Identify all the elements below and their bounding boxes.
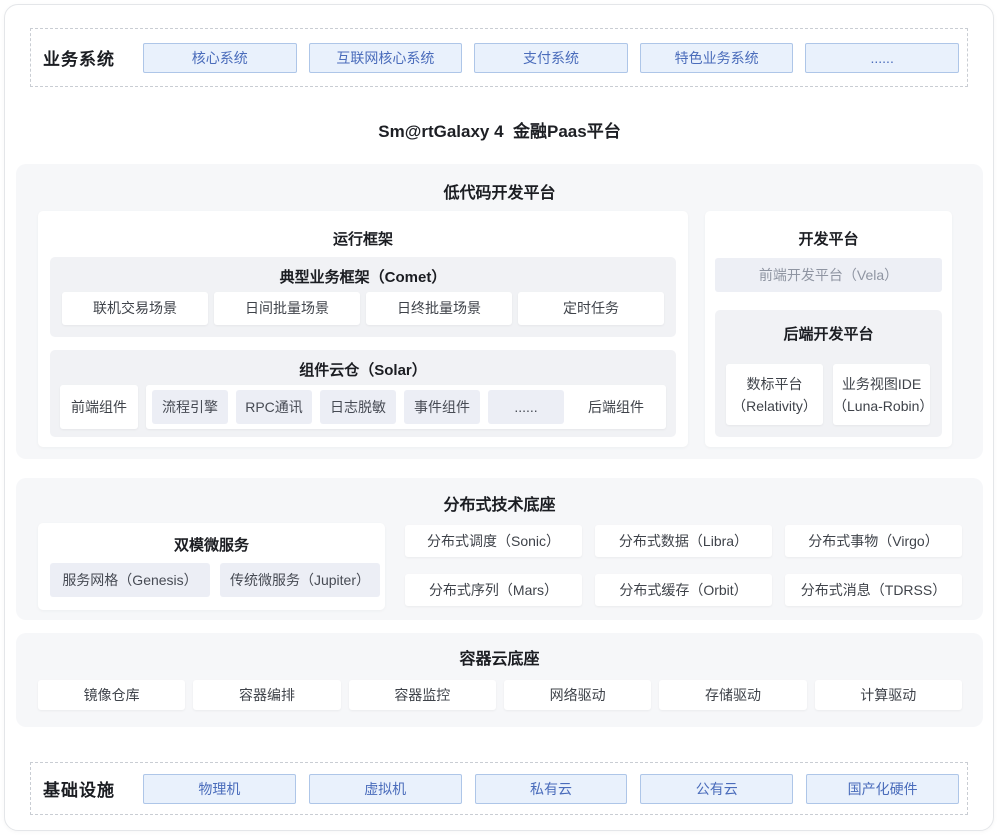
container-base-item: 存储驱动	[659, 680, 806, 710]
backend-dev-panel: 后端开发平台 数标平台 （Relativity） 业务视图IDE （Luna-R…	[715, 310, 942, 437]
backend-dev-item-line: （Relativity）	[726, 395, 823, 417]
container-base-item: 镜像仓库	[38, 680, 185, 710]
infrastructure-box: 物理机	[143, 774, 296, 804]
container-base-item: 网络驱动	[504, 680, 651, 710]
solar-item: RPC通讯	[236, 390, 312, 424]
container-base-items: 镜像仓库 容器编排 容器监控 网络驱动 存储驱动 计算驱动	[38, 680, 962, 710]
dual-mode-item: 服务网格（Genesis）	[50, 563, 210, 597]
business-system-box: 互联网核心系统	[309, 43, 463, 73]
distributed-base-section: 分布式技术底座 双模微服务 服务网格（Genesis） 传统微服务（Jupite…	[16, 478, 983, 620]
backend-dev-item: 业务视图IDE （Luna-Robin）	[833, 364, 930, 425]
solar-title: 组件云仓（Solar）	[50, 350, 676, 380]
solar-panel: 组件云仓（Solar） 前端组件 流程引擎 RPC通讯 日志脱敏 事件组件 ..…	[50, 350, 676, 437]
infrastructure-band: 基础设施 物理机 虚拟机 私有云 公有云 国产化硬件	[30, 762, 968, 815]
dev-platform-title: 开发平台	[705, 211, 952, 249]
distributed-base-title: 分布式技术底座	[16, 478, 983, 515]
infrastructure-box: 公有云	[640, 774, 793, 804]
infrastructure-box: 国产化硬件	[806, 774, 959, 804]
backend-dev-title: 后端开发平台	[715, 310, 942, 344]
comet-item: 定时任务	[518, 292, 664, 325]
solar-item: 流程引擎	[152, 390, 228, 424]
solar-frontend-item: 前端组件	[60, 385, 138, 429]
comet-item: 日间批量场景	[214, 292, 360, 325]
backend-dev-item: 数标平台 （Relativity）	[726, 364, 823, 425]
container-base-item: 容器监控	[349, 680, 496, 710]
distributed-grid: 分布式调度（Sonic） 分布式数据（Libra） 分布式事物（Virgo） 分…	[405, 525, 962, 606]
low-code-platform-section: 低代码开发平台 运行框架 典型业务框架（Comet） 联机交易场景 日间批量场景…	[16, 164, 983, 459]
solar-strip: 流程引擎 RPC通讯 日志脱敏 事件组件 ...... 后端组件	[146, 385, 666, 429]
backend-dev-item-line: （Luna-Robin）	[833, 395, 930, 417]
solar-backend-item: 后端组件	[572, 397, 660, 417]
comet-items: 联机交易场景 日间批量场景 日终批量场景 定时任务	[62, 292, 664, 325]
dual-mode-item: 传统微服务（Jupiter）	[220, 563, 380, 597]
low-code-platform-title: 低代码开发平台	[16, 164, 983, 203]
solar-item: 日志脱敏	[320, 390, 396, 424]
runtime-framework-title: 运行框架	[38, 211, 688, 249]
dual-mode-items: 服务网格（Genesis） 传统微服务（Jupiter）	[50, 563, 380, 597]
runtime-framework-card: 运行框架 典型业务框架（Comet） 联机交易场景 日间批量场景 日终批量场景 …	[38, 211, 688, 447]
container-base-section: 容器云底座 镜像仓库 容器编排 容器监控 网络驱动 存储驱动 计算驱动	[16, 633, 983, 727]
business-systems-label: 业务系统	[43, 45, 143, 70]
distributed-item: 分布式缓存（Orbit）	[595, 574, 772, 606]
business-system-box: 支付系统	[474, 43, 628, 73]
comet-title: 典型业务框架（Comet）	[50, 257, 676, 287]
infrastructure-label: 基础设施	[43, 776, 143, 801]
container-base-title: 容器云底座	[16, 633, 983, 669]
dev-platform-card: 开发平台 前端开发平台（Vela） 后端开发平台 数标平台 （Relativit…	[705, 211, 952, 447]
infrastructure-box: 私有云	[475, 774, 628, 804]
solar-item: ......	[488, 390, 564, 424]
backend-dev-item-line: 数标平台	[726, 373, 823, 395]
distributed-item: 分布式数据（Libra）	[595, 525, 772, 557]
business-systems-boxes: 核心系统 互联网核心系统 支付系统 特色业务系统 ......	[143, 43, 959, 73]
infrastructure-boxes: 物理机 虚拟机 私有云 公有云 国产化硬件	[143, 774, 959, 804]
distributed-item: 分布式调度（Sonic）	[405, 525, 582, 557]
container-base-item: 计算驱动	[815, 680, 962, 710]
backend-dev-items: 数标平台 （Relativity） 业务视图IDE （Luna-Robin）	[726, 364, 930, 425]
backend-dev-item-line: 业务视图IDE	[833, 373, 930, 395]
comet-item: 日终批量场景	[366, 292, 512, 325]
solar-items: 前端组件 流程引擎 RPC通讯 日志脱敏 事件组件 ...... 后端组件	[60, 385, 666, 429]
distributed-item: 分布式事物（Virgo）	[785, 525, 962, 557]
comet-panel: 典型业务框架（Comet） 联机交易场景 日间批量场景 日终批量场景 定时任务	[50, 257, 676, 337]
page-title: Sm@rtGalaxy 4 金融Paas平台	[0, 117, 999, 142]
business-system-box: 核心系统	[143, 43, 297, 73]
business-system-box: ......	[805, 43, 959, 73]
solar-item: 事件组件	[404, 390, 480, 424]
business-system-box: 特色业务系统	[640, 43, 794, 73]
container-base-item: 容器编排	[193, 680, 340, 710]
infrastructure-box: 虚拟机	[309, 774, 462, 804]
comet-item: 联机交易场景	[62, 292, 208, 325]
dual-mode-title: 双模微服务	[38, 523, 385, 555]
distributed-item: 分布式消息（TDRSS）	[785, 574, 962, 606]
business-systems-band: 业务系统 核心系统 互联网核心系统 支付系统 特色业务系统 ......	[30, 28, 968, 87]
distributed-item: 分布式序列（Mars）	[405, 574, 582, 606]
dual-mode-card: 双模微服务 服务网格（Genesis） 传统微服务（Jupiter）	[38, 523, 385, 610]
frontend-dev-platform-item: 前端开发平台（Vela）	[715, 258, 942, 292]
